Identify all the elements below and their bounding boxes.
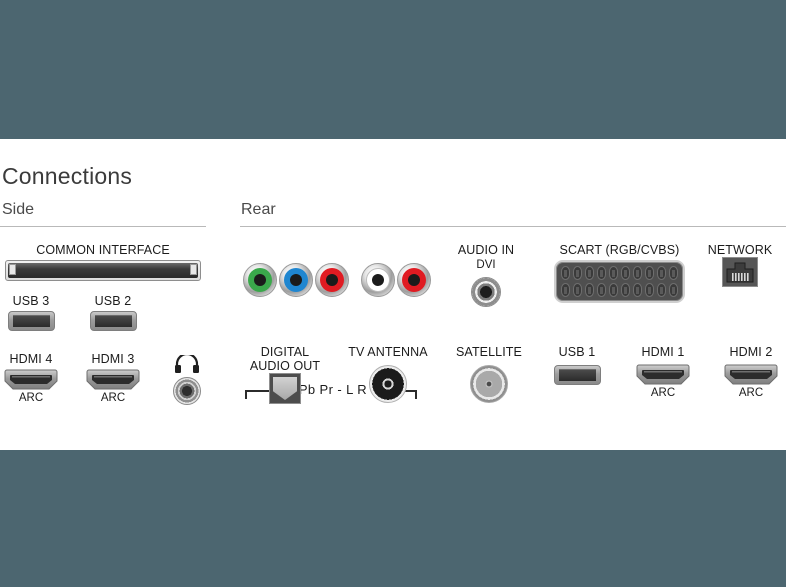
rca-jack-l[interactable] — [361, 263, 395, 297]
scart-label: SCART (RGB/CVBS) — [559, 243, 680, 257]
tv-antenna-label: TV ANTENNA — [348, 345, 428, 359]
network-label: NETWORK — [707, 243, 773, 257]
usb-slot — [12, 315, 50, 327]
port-audio-in-dvi[interactable]: AUDIO IN DVI — [449, 243, 523, 307]
port-hdmi4[interactable]: HDMI 4 ARC — [2, 352, 60, 405]
rear-divider — [240, 226, 786, 227]
rca-jack-red-icon[interactable] — [315, 263, 349, 297]
ci-slot-opening — [8, 263, 198, 278]
section-heading-side: Side — [2, 201, 35, 218]
common-interface-label: COMMON INTERFACE — [36, 243, 170, 257]
port-hdmi3[interactable]: HDMI 3 ARC — [84, 352, 142, 405]
rca-jack-green-icon[interactable] — [243, 263, 277, 297]
coax-antenna-icon[interactable] — [369, 365, 407, 403]
hdmi-port-icon[interactable] — [724, 364, 778, 385]
digital-audio-out-label-line2: AUDIO OUT — [249, 359, 321, 373]
usb3-label: USB 3 — [12, 294, 50, 308]
hdmi2-label: HDMI 2 — [729, 345, 773, 359]
hdmi4-arc-label: ARC — [18, 392, 44, 404]
hdmi3-arc-label: ARC — [100, 392, 126, 404]
usb-slot — [94, 315, 132, 327]
rca-jack-blue-icon[interactable] — [279, 263, 313, 297]
audio-in-label: AUDIO IN — [457, 243, 515, 257]
hdmi-port-icon[interactable] — [4, 369, 58, 390]
top-background-band — [0, 0, 786, 139]
headphone-jack-icon[interactable] — [173, 377, 201, 405]
scart-pin-row — [561, 266, 678, 280]
side-divider — [0, 226, 206, 227]
rca-jack-y[interactable] — [243, 263, 277, 297]
optical-shutter — [273, 377, 297, 400]
hdmi-port-icon[interactable] — [636, 364, 690, 385]
port-digital-audio-out[interactable]: DIGITAL AUDIO OUT — [240, 345, 330, 404]
rca-jack-red-icon[interactable] — [397, 263, 431, 297]
scart-pin-row — [561, 283, 678, 297]
hdmi-port-icon[interactable] — [86, 369, 140, 390]
port-satellite[interactable]: SATELLITE — [449, 345, 529, 403]
rca-jack-pb[interactable] — [279, 263, 313, 297]
ci-slot-icon[interactable] — [5, 260, 201, 281]
hdmi3-label: HDMI 3 — [91, 352, 135, 366]
port-network[interactable]: NETWORK — [697, 243, 783, 287]
port-headphone[interactable] — [166, 352, 208, 405]
port-usb2[interactable]: USB 2 — [87, 294, 139, 331]
port-common-interface[interactable]: COMMON INTERFACE — [2, 243, 204, 281]
hdmi1-label: HDMI 1 — [641, 345, 685, 359]
satellite-label: SATELLITE — [456, 345, 522, 359]
port-tv-antenna[interactable]: TV ANTENNA — [340, 345, 436, 403]
usb2-label: USB 2 — [94, 294, 132, 308]
usb-slot — [558, 369, 596, 381]
port-usb3[interactable]: USB 3 — [5, 294, 57, 331]
rca-jack-pr[interactable] — [315, 263, 349, 297]
headphone-icon — [174, 352, 200, 373]
mini-jack-icon[interactable] — [471, 277, 501, 307]
bottom-background-band — [0, 450, 786, 587]
connections-panel: Connections Side Rear COMMON INTERFACE U… — [0, 139, 786, 450]
rj45-network-icon[interactable] — [722, 257, 758, 287]
digital-audio-out-label-line1: DIGITAL — [260, 345, 310, 359]
usb-port-icon[interactable] — [89, 311, 137, 331]
page-title: Connections — [2, 163, 133, 189]
rca-jack-white-icon[interactable] — [361, 263, 395, 297]
usb1-label: USB 1 — [558, 345, 596, 359]
usb-port-icon[interactable] — [553, 365, 601, 385]
audio-in-dvi-sublabel: DVI — [476, 259, 496, 271]
hdmi2-arc-label: ARC — [738, 387, 764, 399]
port-hdmi1[interactable]: HDMI 1 ARC — [634, 345, 692, 400]
usb-port-icon[interactable] — [7, 311, 55, 331]
scart-connector-icon[interactable] — [554, 260, 685, 303]
optical-toslink-icon[interactable] — [269, 373, 301, 404]
hdmi1-arc-label: ARC — [650, 387, 676, 399]
port-scart[interactable]: SCART (RGB/CVBS) — [552, 243, 687, 303]
port-hdmi2[interactable]: HDMI 2 ARC — [722, 345, 780, 400]
port-usb1[interactable]: USB 1 — [551, 345, 603, 385]
rca-jack-r[interactable] — [397, 263, 431, 297]
hdmi4-label: HDMI 4 — [9, 352, 53, 366]
coax-satellite-icon[interactable] — [470, 365, 508, 403]
section-heading-rear: Rear — [241, 201, 276, 218]
